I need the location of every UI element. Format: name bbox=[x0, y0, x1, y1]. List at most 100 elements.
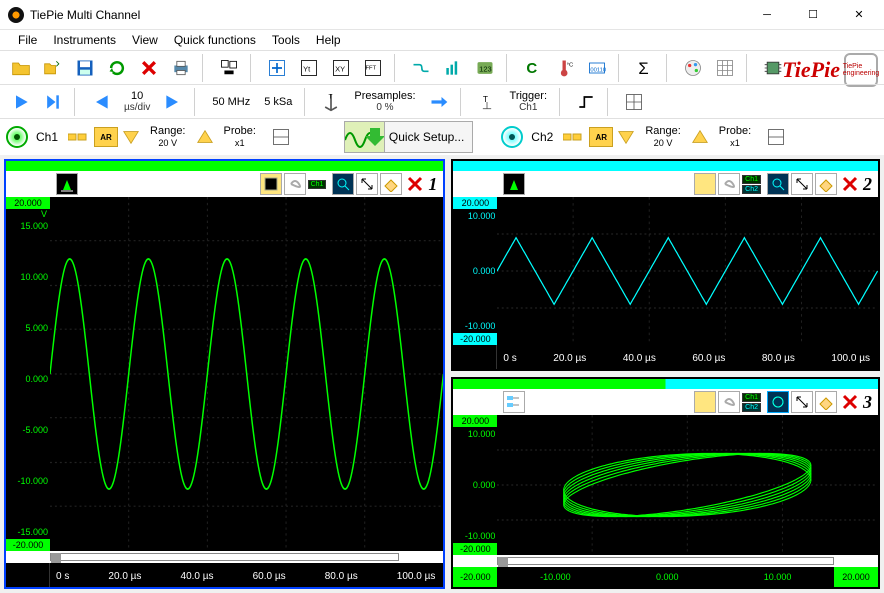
graph-panel-1[interactable]: Ch1 1 20.000 V 15.000 10.000 5.000 0.000… bbox=[4, 159, 445, 589]
timebase-display[interactable]: 10 µs/div bbox=[118, 90, 156, 114]
settings-grid-button[interactable] bbox=[710, 54, 740, 82]
panel3-header-strip bbox=[453, 379, 878, 389]
trigger-position-icon[interactable]: T bbox=[316, 88, 346, 116]
panel2-xaxis[interactable]: 0 s20.0 µs40.0 µs60.0 µs80.0 µs100.0 µs bbox=[453, 345, 878, 369]
panel2-eraser-icon[interactable] bbox=[815, 173, 837, 195]
menu-file[interactable]: File bbox=[10, 31, 45, 49]
ch2-probe-display[interactable]: Probe:x1 bbox=[713, 125, 757, 149]
ch1-probe-display[interactable]: Probe:x1 bbox=[218, 125, 262, 149]
panel3-xy-zoom-icon[interactable] bbox=[767, 391, 789, 413]
panel3-expand-icon[interactable] bbox=[791, 391, 813, 413]
timebase-slower-button[interactable] bbox=[86, 88, 116, 116]
panel2-close-icon[interactable] bbox=[839, 173, 861, 195]
panel2-note-icon[interactable] bbox=[694, 173, 716, 195]
panel3-note-icon[interactable] bbox=[694, 391, 716, 413]
ch2-coupling-button[interactable] bbox=[561, 127, 585, 147]
play-button[interactable] bbox=[6, 88, 36, 116]
meter-button[interactable]: 123 bbox=[470, 54, 500, 82]
panel1-close-icon[interactable] bbox=[404, 173, 426, 195]
panel2-plot[interactable] bbox=[497, 197, 878, 345]
yt-graph-button[interactable]: Yt bbox=[294, 54, 324, 82]
panel3-plot[interactable] bbox=[497, 415, 878, 555]
ch1-ar-button[interactable]: AR bbox=[94, 127, 118, 147]
menubar: File Instruments View Quick functions To… bbox=[0, 30, 884, 50]
open-settings-button[interactable] bbox=[38, 54, 68, 82]
panel3-hscroll[interactable] bbox=[453, 555, 878, 567]
temperature-button[interactable]: °C bbox=[550, 54, 580, 82]
c-button[interactable]: C bbox=[518, 54, 548, 82]
panel1-eraser-icon[interactable] bbox=[380, 173, 402, 195]
panel2-zoom-icon[interactable] bbox=[767, 173, 789, 195]
refresh-button[interactable] bbox=[102, 54, 132, 82]
panel1-plot[interactable] bbox=[50, 197, 443, 551]
panel1-hscroll[interactable] bbox=[6, 551, 443, 563]
panel1-cursor-icon[interactable] bbox=[56, 173, 78, 195]
ch2-range-display[interactable]: Range:20 V bbox=[639, 125, 686, 149]
presamples-display[interactable]: Presamples: 0 % bbox=[348, 90, 421, 114]
ch1-range-display[interactable]: Range:20 V bbox=[144, 125, 191, 149]
sample-rate-display[interactable]: 50 MHz bbox=[206, 96, 256, 108]
palette-button[interactable] bbox=[678, 54, 708, 82]
bus-button[interactable]: 00110 bbox=[582, 54, 612, 82]
xy-graph-button[interactable]: XY bbox=[326, 54, 356, 82]
arrow-right-icon[interactable] bbox=[424, 88, 454, 116]
panel1-header-strip bbox=[6, 161, 443, 171]
panel3-close-icon[interactable] bbox=[839, 391, 861, 413]
ch2-indicator-icon[interactable] bbox=[501, 126, 523, 148]
panel2-expand-icon[interactable] bbox=[791, 173, 813, 195]
filter-button[interactable] bbox=[406, 54, 436, 82]
ch2-ar-button[interactable]: AR bbox=[589, 127, 613, 147]
menu-tools[interactable]: Tools bbox=[264, 31, 308, 49]
panel3-yaxis[interactable]: 20.000 10.000 0.000 -10.000 -20.000 bbox=[453, 415, 497, 555]
panel1-link-icon[interactable] bbox=[284, 173, 306, 195]
layout-arrange-button[interactable] bbox=[214, 54, 244, 82]
ch1-range-down-button[interactable] bbox=[122, 128, 140, 146]
panel3-xaxis[interactable]: -20.000 -10.000 0.000 10.000 20.000 bbox=[453, 567, 878, 587]
sigma-button[interactable]: Σ bbox=[630, 54, 660, 82]
open-button[interactable] bbox=[6, 54, 36, 82]
panel2-yaxis[interactable]: 20.000 10.000 0.000 -10.000 -20.000 bbox=[453, 197, 497, 345]
fft-graph-button[interactable]: FFT bbox=[358, 54, 388, 82]
maximize-button[interactable]: ☐ bbox=[790, 0, 836, 29]
panel3-sources-icon[interactable] bbox=[503, 391, 525, 413]
graph-panel-2[interactable]: Ch1Ch2 2 20.000 10.000 0.000 -10.000 -20… bbox=[451, 159, 880, 371]
panel1-yaxis[interactable]: 20.000 V 15.000 10.000 5.000 0.000 -5.00… bbox=[6, 197, 50, 551]
ch1-coupling-button[interactable] bbox=[66, 127, 90, 147]
panel1-toolbar: Ch1 1 bbox=[6, 171, 443, 197]
menu-help[interactable]: Help bbox=[308, 31, 349, 49]
trigger-settings-icon[interactable] bbox=[619, 88, 649, 116]
graph-panel-3[interactable]: Ch1Ch2 3 20.000 10.000 0.000 -10.000 -20… bbox=[451, 377, 880, 589]
add-graph-button[interactable] bbox=[262, 54, 292, 82]
quick-setup-button[interactable]: Quick Setup... bbox=[344, 121, 473, 153]
trigger-edge-icon[interactable] bbox=[571, 88, 601, 116]
ch2-range-up-button[interactable] bbox=[691, 128, 709, 146]
panel3-link-icon[interactable] bbox=[718, 391, 740, 413]
timebase-faster-button[interactable] bbox=[158, 88, 188, 116]
play-once-button[interactable] bbox=[38, 88, 68, 116]
print-button[interactable] bbox=[166, 54, 196, 82]
quick-setup-icon bbox=[345, 122, 385, 152]
save-button[interactable] bbox=[70, 54, 100, 82]
bars-button[interactable] bbox=[438, 54, 468, 82]
panel1-note-icon[interactable] bbox=[260, 173, 282, 195]
panel1-xaxis[interactable]: 0 s20.0 µs40.0 µs60.0 µs80.0 µs100.0 µs bbox=[6, 563, 443, 587]
panel2-cursor-icon[interactable] bbox=[503, 173, 525, 195]
panel2-link-icon[interactable] bbox=[718, 173, 740, 195]
menu-view[interactable]: View bbox=[124, 31, 166, 49]
menu-instruments[interactable]: Instruments bbox=[45, 31, 124, 49]
trigger-source-display[interactable]: Trigger: Ch1 bbox=[504, 90, 554, 114]
ch1-indicator-icon[interactable] bbox=[6, 126, 28, 148]
panel1-zoom-icon[interactable] bbox=[332, 173, 354, 195]
ch2-settings-button[interactable] bbox=[761, 123, 791, 151]
trigger-t-icon[interactable]: T bbox=[472, 88, 502, 116]
record-length-display[interactable]: 5 kSa bbox=[258, 96, 298, 108]
ch1-range-up-button[interactable] bbox=[196, 128, 214, 146]
minimize-button[interactable]: ─ bbox=[744, 0, 790, 29]
close-button[interactable]: ✕ bbox=[836, 0, 882, 29]
menu-quick-functions[interactable]: Quick functions bbox=[166, 31, 264, 49]
ch2-range-down-button[interactable] bbox=[617, 128, 635, 146]
panel3-eraser-icon[interactable] bbox=[815, 391, 837, 413]
panel1-expand-icon[interactable] bbox=[356, 173, 378, 195]
ch1-settings-button[interactable] bbox=[266, 123, 296, 151]
delete-button[interactable] bbox=[134, 54, 164, 82]
